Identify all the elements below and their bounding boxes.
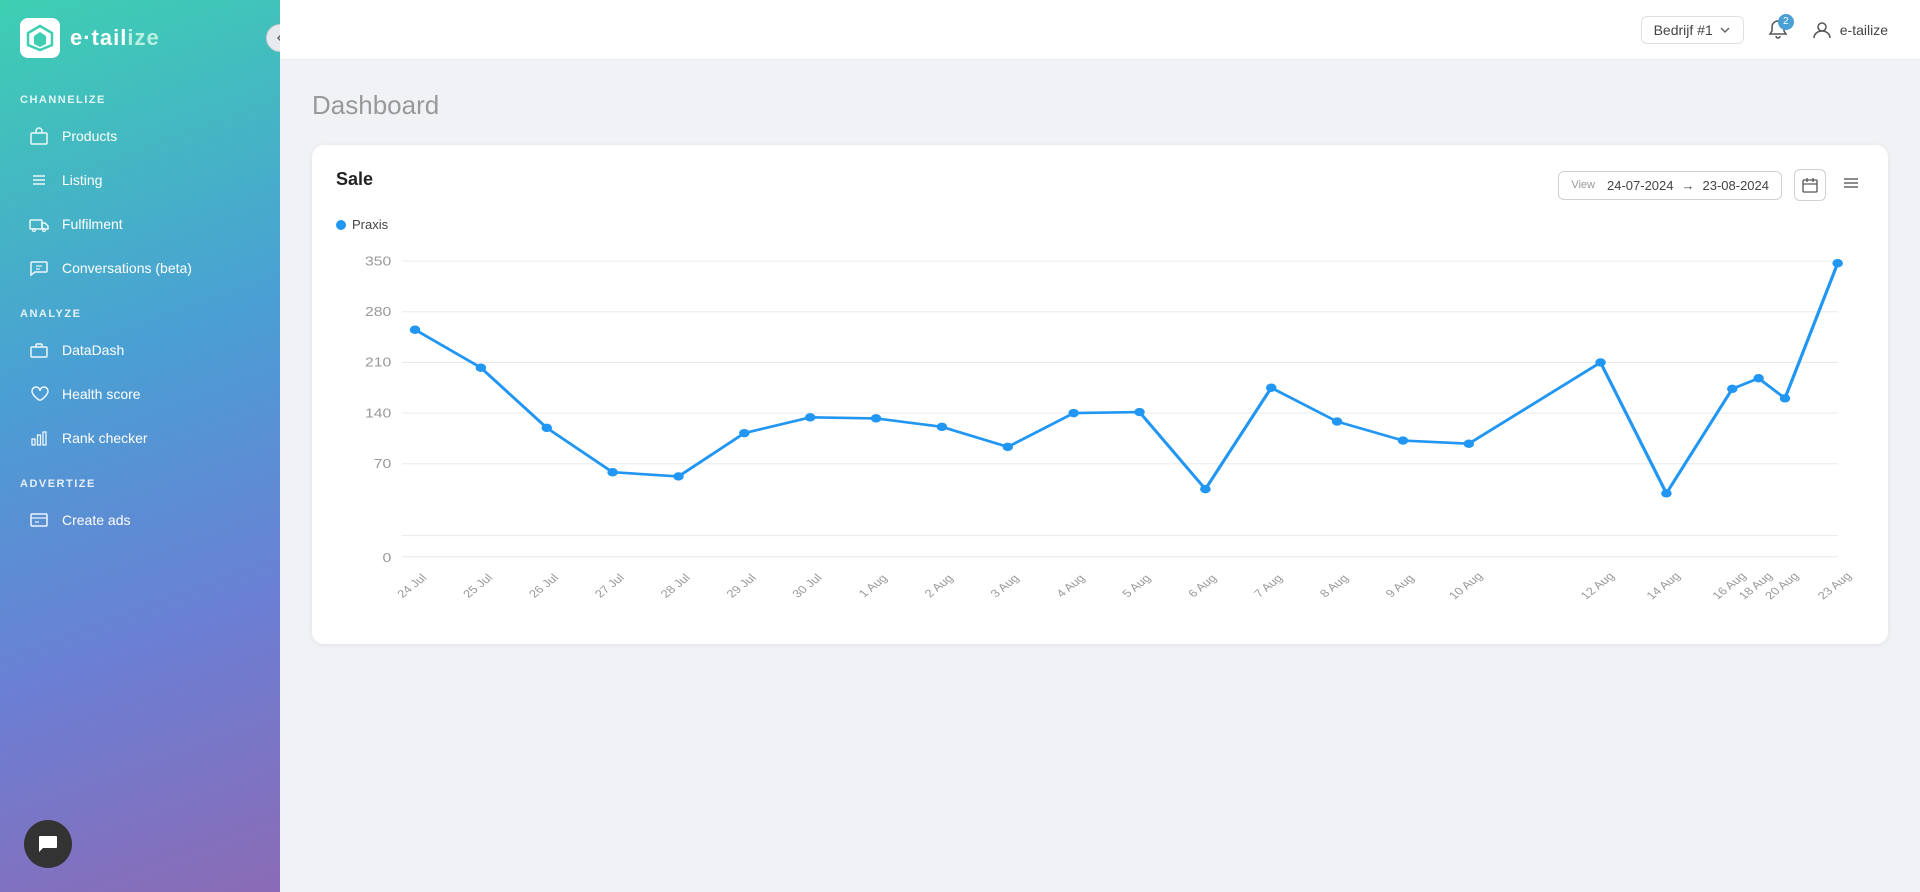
svg-text:25 Jul: 25 Jul [460,572,496,601]
sidebar-item-label-createads: Create ads [62,512,130,528]
svg-text:23 Aug: 23 Aug [1815,570,1855,602]
chart-legend: Praxis [336,217,1864,232]
svg-text:10 Aug: 10 Aug [1446,570,1486,602]
svg-text:8 Aug: 8 Aug [1317,572,1352,600]
chart-menu-button[interactable] [1838,170,1864,201]
sidebar-item-rankchecker[interactable]: Rank checker [8,417,272,459]
sidebar-item-label-healthscore: Health score [62,386,141,402]
sale-chart-card: Sale View 24-07-2024 → 23-08-2024 [312,145,1888,644]
company-selector[interactable]: Bedrijf #1 [1641,16,1744,44]
chart-controls: View 24-07-2024 → 23-08-2024 [1558,169,1864,201]
sidebar-item-label-fulfilment: Fulfilment [62,216,123,232]
user-menu-button[interactable]: e-tailize [1812,20,1888,40]
chat-button[interactable] [24,820,72,868]
svg-text:7 Aug: 7 Aug [1251,572,1286,600]
arrow-icon: → [1682,178,1695,193]
date-range-selector[interactable]: View 24-07-2024 → 23-08-2024 [1558,171,1782,200]
chevron-down-icon [1719,24,1731,36]
section-label-advertize: ADVERTIZE [0,460,280,498]
bar-chart-icon [28,427,50,449]
notifications-button[interactable]: 2 [1760,12,1796,48]
company-name: Bedrijf #1 [1654,22,1713,38]
truck-icon [28,213,50,235]
sidebar-item-datadash[interactable]: DataDash [8,329,272,371]
user-icon [1812,20,1832,40]
sidebar-item-fulfilment[interactable]: Fulfilment [8,203,272,245]
briefcase-icon [28,339,50,361]
chat-icon [28,257,50,279]
chat-bubble-icon [36,832,60,856]
legend-dot-praxis [336,220,346,230]
sidebar-item-label-rankchecker: Rank checker [62,430,148,446]
svg-text:24 Jul: 24 Jul [394,572,430,601]
sidebar-item-label-products: Products [62,128,117,144]
logo-icon [20,18,60,58]
date-to: 23-08-2024 [1703,178,1770,193]
heart-icon [28,383,50,405]
sidebar-item-label-listing: Listing [62,172,102,188]
sidebar-item-healthscore[interactable]: Health score [8,373,272,415]
svg-text:140: 140 [365,407,391,421]
page-content: Dashboard Sale View 24-07-2024 → 23-08-2… [280,60,1920,892]
sidebar-item-conversations[interactable]: Conversations (beta) [8,247,272,289]
calendar-button[interactable] [1794,169,1826,201]
chart-title: Sale [336,169,373,190]
view-label: View [1571,179,1595,191]
list-icon [28,169,50,191]
svg-text:3 Aug: 3 Aug [987,572,1022,600]
logo-text: e·tailize [70,25,160,51]
svg-text:5 Aug: 5 Aug [1119,572,1154,600]
svg-text:27 Jul: 27 Jul [592,572,628,601]
logo-area: e·tailize [0,0,280,76]
svg-text:9 Aug: 9 Aug [1382,572,1417,600]
section-label-analyze: ANALYZE [0,290,280,328]
topbar: Bedrijf #1 2 e-tailize [280,0,1920,60]
svg-text:29 Jul: 29 Jul [723,572,759,601]
svg-text:14 Aug: 14 Aug [1643,570,1683,602]
date-from: 24-07-2024 [1607,178,1674,193]
legend-label-praxis: Praxis [352,217,388,232]
page-title: Dashboard [312,90,1888,121]
svg-text:28 Jul: 28 Jul [657,572,693,601]
section-label-channelize: CHANNELIZE [0,76,280,114]
svg-text:280: 280 [365,305,391,319]
ads-icon [28,509,50,531]
svg-text:26 Jul: 26 Jul [526,572,562,601]
sidebar-item-products[interactable]: Products [8,115,272,157]
svg-text:70: 70 [374,457,392,471]
sidebar: e·tailize CHANNELIZE Products Listing [0,0,280,892]
sidebar-item-createads[interactable]: Create ads [8,499,272,541]
svg-text:12 Aug: 12 Aug [1577,570,1617,602]
svg-text:4 Aug: 4 Aug [1053,572,1088,600]
svg-text:0: 0 [383,551,392,565]
chart-area: 350 280 210 140 70 0 [336,240,1864,620]
svg-text:6 Aug: 6 Aug [1185,572,1220,600]
calendar-icon [1802,177,1818,193]
main-area: Bedrijf #1 2 e-tailize Dashboard Sale [280,0,1920,892]
svg-text:1 Aug: 1 Aug [856,572,891,600]
notification-badge: 2 [1778,14,1794,30]
hamburger-icon [1842,174,1860,192]
sidebar-item-label-conversations: Conversations (beta) [62,260,192,276]
sidebar-item-listing[interactable]: Listing [8,159,272,201]
svg-text:30 Jul: 30 Jul [789,572,825,601]
svg-text:2 Aug: 2 Aug [921,572,956,600]
user-name: e-tailize [1840,22,1888,38]
svg-text:350: 350 [365,255,391,269]
chart-svg: 350 280 210 140 70 0 [336,240,1864,620]
svg-text:210: 210 [365,356,391,370]
box-icon [28,125,50,147]
chart-header: Sale View 24-07-2024 → 23-08-2024 [336,169,1864,201]
sidebar-item-label-datadash: DataDash [62,342,124,358]
